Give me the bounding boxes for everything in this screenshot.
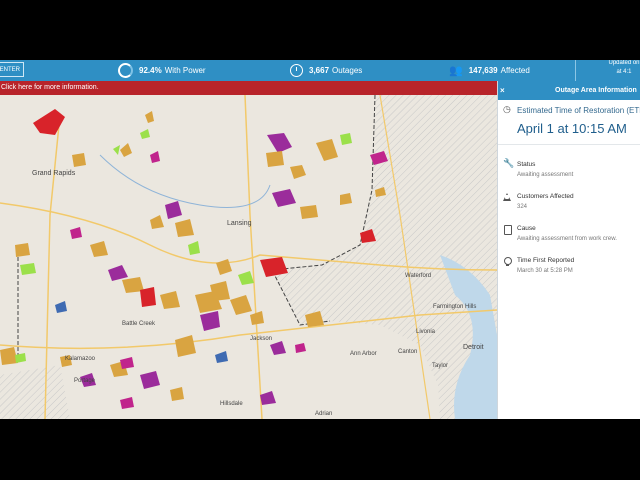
affected-stat: 👥 147,639 Affected — [449, 60, 530, 81]
city-label-jackson: Jackson — [250, 336, 272, 342]
outages-label: Outages — [332, 66, 363, 75]
updated-line-1: Updated on — [608, 60, 640, 66]
city-label-lansing: Lansing — [227, 220, 252, 227]
city-label-battle-creek: Battle Creek — [122, 321, 156, 327]
with-power-pct: 92.4% — [139, 66, 162, 75]
etr-section: ◷ Estimated Time of Restoration (ETR Apr… — [498, 100, 640, 145]
city-label-detroit: Detroit — [463, 344, 484, 351]
center-button[interactable]: CENTER — [0, 62, 24, 77]
cause-field: Cause Awaiting assessment from work crew… — [517, 225, 617, 242]
people-icon: 👥 — [449, 65, 463, 77]
document-icon — [504, 225, 512, 235]
outages-count: 3,667 — [309, 66, 330, 75]
warning-icon — [503, 193, 511, 201]
clock-icon — [290, 64, 303, 77]
lightbulb-icon — [504, 257, 512, 266]
updated-line-2: at 4:1 — [616, 69, 632, 75]
info-banner[interactable]: Click here for more information. — [0, 81, 498, 95]
city-label-farmington-hills: Farmington Hills — [433, 304, 476, 310]
affected-count: 147,639 — [468, 66, 498, 75]
updated-timestamp: Updated on at 4:1 — [600, 60, 640, 77]
stats-divider — [575, 60, 576, 81]
city-label-ann-arbor: Ann Arbor — [350, 351, 377, 357]
panel-title: Outage Area Information — [555, 87, 637, 94]
with-power-label: With Power — [164, 66, 206, 75]
city-label-livonia: Livonia — [416, 329, 436, 335]
outage-map[interactable]: Grand Rapids Lansing Battle Creek Kalama… — [0, 95, 497, 419]
etr-label: Estimated Time of Restoration (ETR — [517, 106, 640, 115]
clock-icon: ◷ — [503, 104, 511, 114]
status-label: Status — [517, 161, 536, 168]
with-power-stat: 92.4% With Power — [118, 60, 206, 81]
letterbox-top — [0, 0, 640, 60]
cause-value: Awaiting assessment from work crew. — [517, 236, 617, 242]
city-label-adrian: Adrian — [315, 411, 332, 417]
customers-value: 324 — [517, 204, 528, 210]
customers-field: Customers Affected 324 — [517, 193, 574, 210]
banner-text: Click here for more information. — [1, 84, 99, 91]
panel-header: × Outage Area Information — [498, 81, 640, 100]
status-value: Awaiting assessment — [517, 172, 574, 178]
city-label-portage: Portage — [74, 378, 96, 384]
etr-value: April 1 at 10:15 AM — [517, 121, 627, 136]
wrench-icon: 🔧 — [503, 158, 515, 168]
stats-bar: CENTER 92.4% With Power 3,667 Outages 👥 … — [0, 60, 640, 81]
outages-stat: 3,667 Outages — [290, 60, 362, 81]
cause-label: Cause — [517, 225, 536, 232]
affected-label: Affected — [500, 66, 530, 75]
progress-ring-icon — [118, 63, 133, 78]
first-reported-label: Time First Reported — [517, 257, 575, 264]
city-label-hillsdale: Hillsdale — [220, 401, 243, 407]
outage-info-panel: × Outage Area Information ◷ Estimated Ti… — [497, 81, 640, 419]
city-label-taylor: Taylor — [432, 363, 448, 369]
city-label-canton: Canton — [398, 349, 417, 355]
city-label-waterford: Waterford — [405, 273, 431, 279]
outage-map-screen: CENTER 92.4% With Power 3,667 Outages 👥 … — [0, 60, 640, 419]
close-icon[interactable]: × — [500, 81, 505, 100]
first-reported-field: Time First Reported March 30 at 5:28 PM — [517, 257, 574, 274]
letterbox-bottom — [0, 419, 640, 480]
city-label-kalamazoo: Kalamazoo — [65, 356, 96, 362]
city-label-grand-rapids: Grand Rapids — [32, 170, 76, 177]
first-reported-value: March 30 at 5:28 PM — [517, 268, 573, 274]
customers-label: Customers Affected — [517, 193, 574, 200]
status-field: Status Awaiting assessment — [517, 161, 573, 178]
